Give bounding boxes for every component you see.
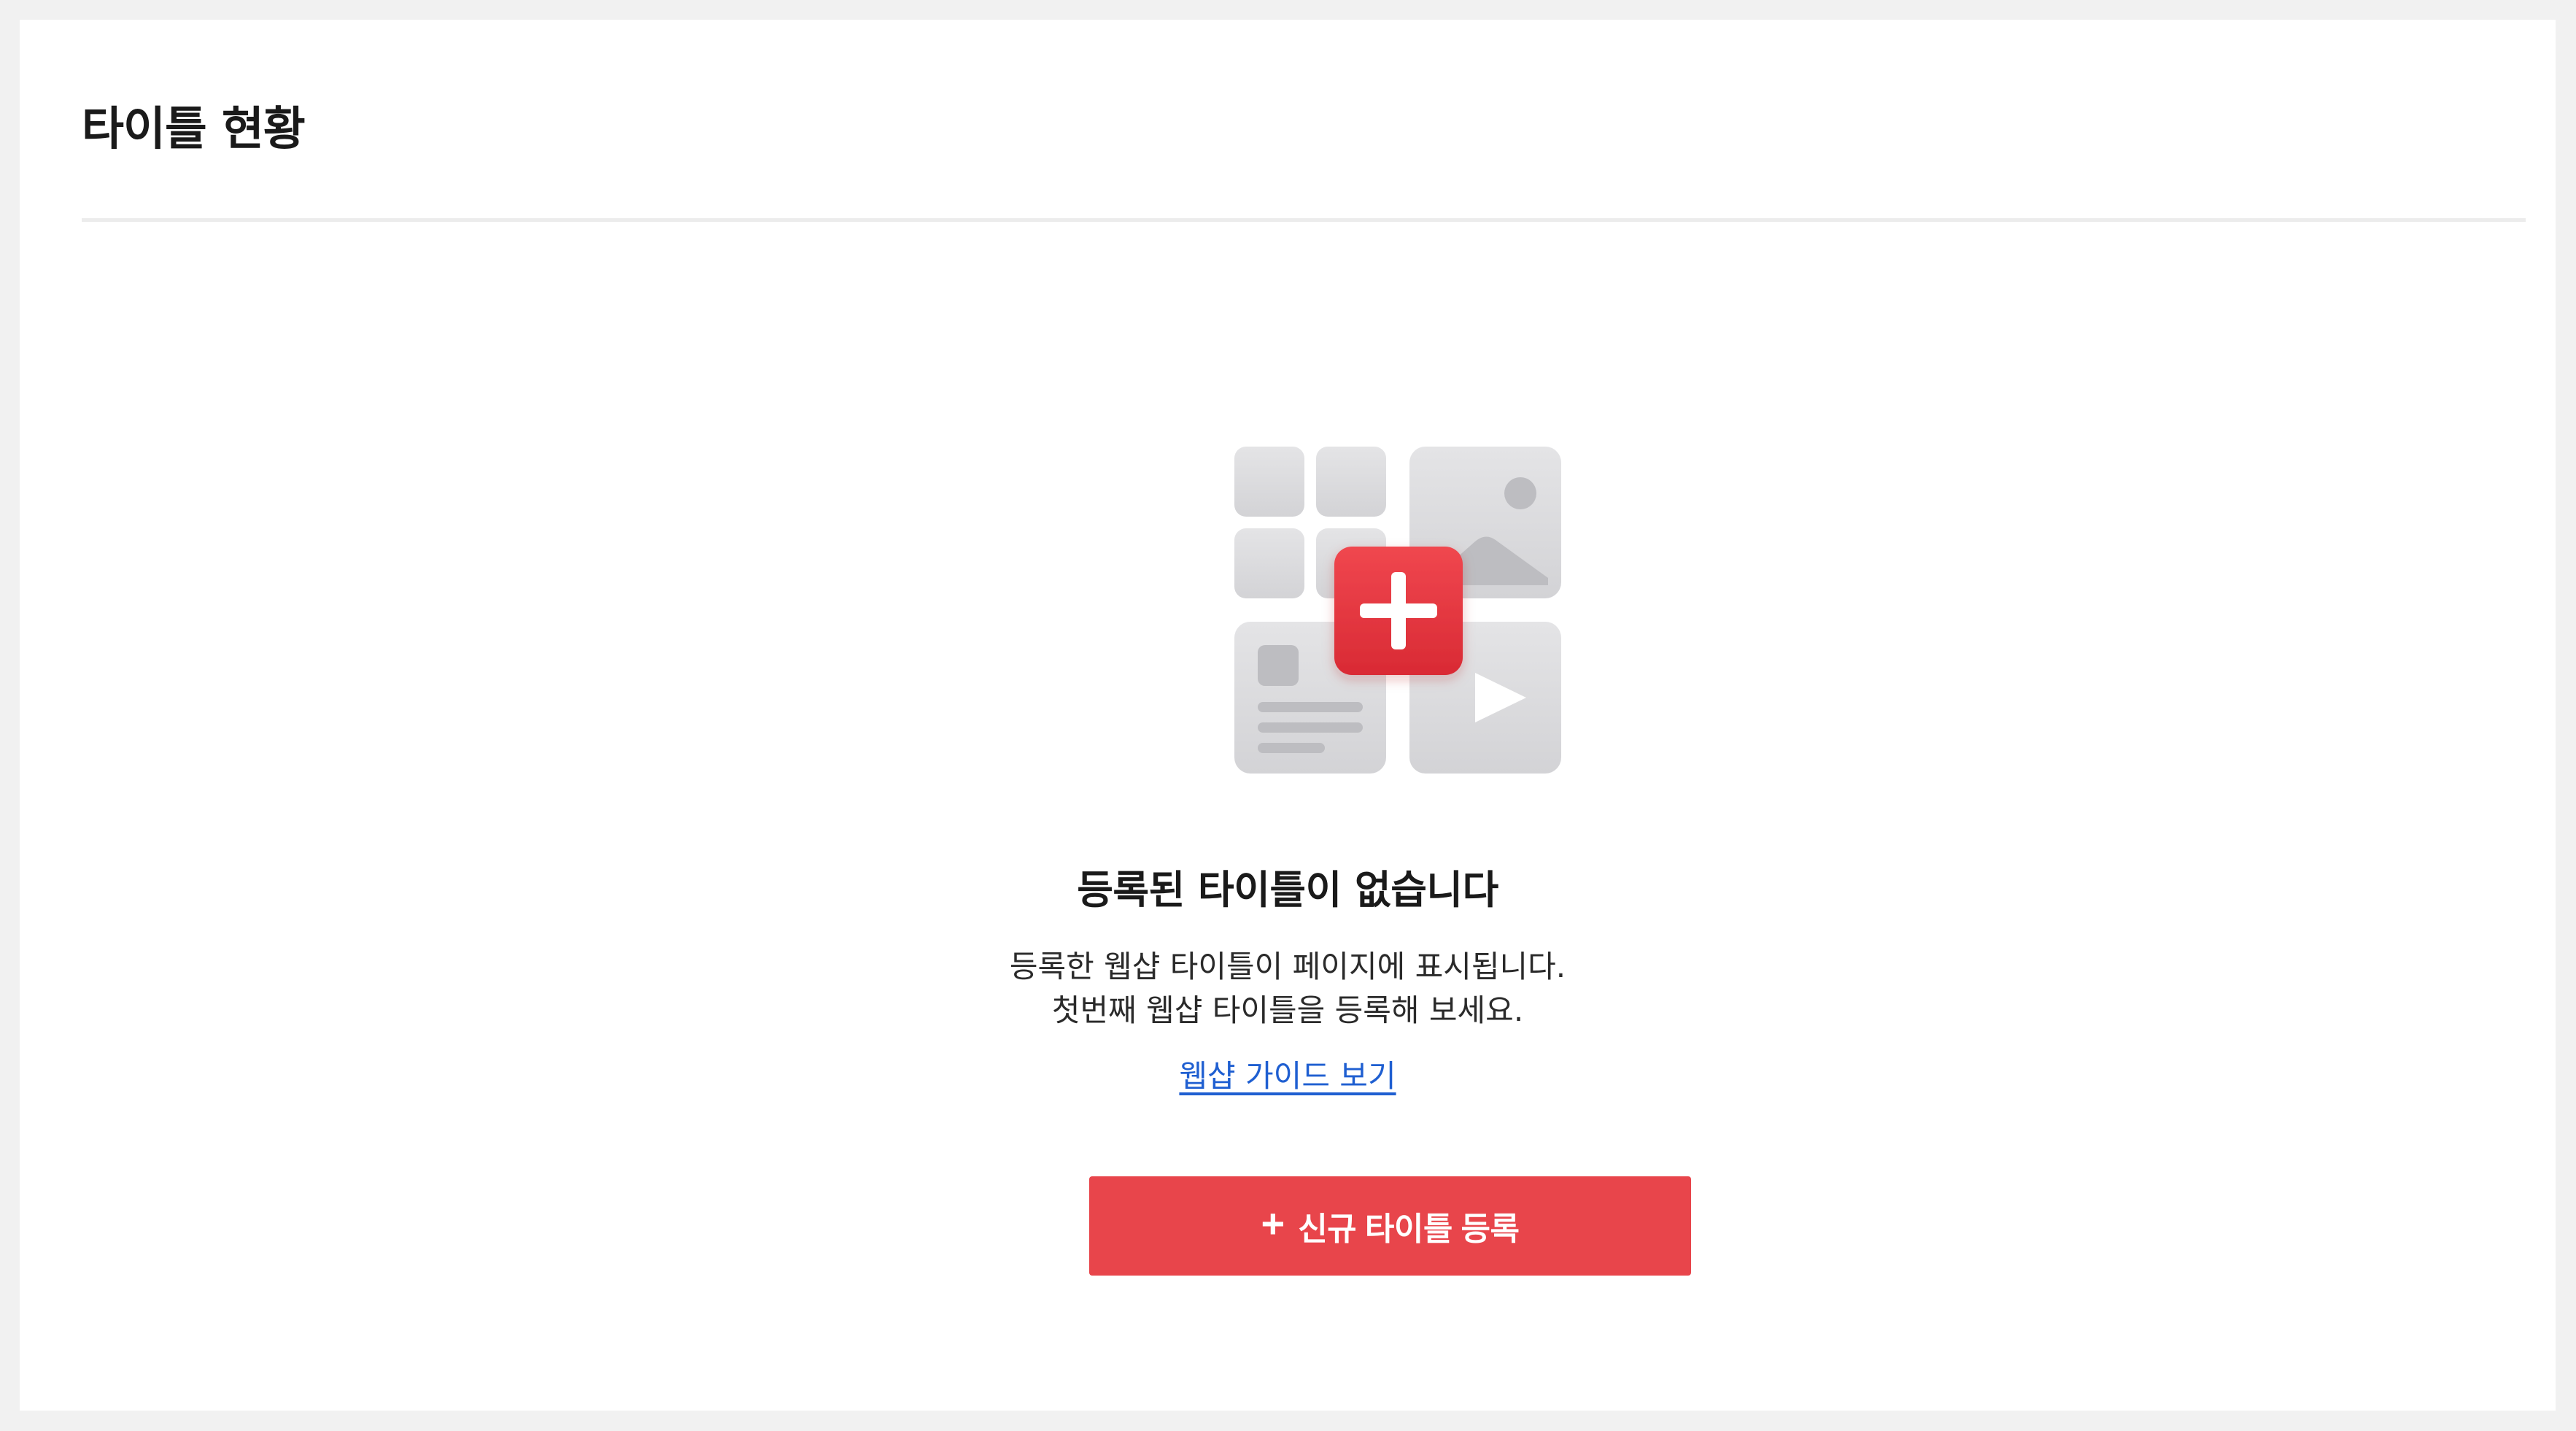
guide-link-container: 웹샵 가이드 보기 (20, 1054, 2556, 1105)
header-divider (82, 218, 2526, 222)
content-card: 타이틀 현황 등록된 타이틀이 없습니다 등록한 웹샵 타이틀이 페이지에 표시… (20, 20, 2556, 1411)
guide-link[interactable]: 웹샵 가이드 보기 (1179, 1058, 1396, 1094)
page-title: 타이틀 현황 (82, 102, 306, 155)
register-new-title-button[interactable]: + 신규 타이틀 등록 (1089, 1176, 1691, 1276)
empty-state-title: 등록된 타이틀이 없습니다 (1077, 867, 1498, 913)
add-content-grid-icon (1234, 447, 1563, 775)
plus-icon: + (1261, 1200, 1285, 1246)
empty-state-description-line2: 첫번째 웹샵 타이틀을 등록해 보세요. (1051, 992, 1524, 1028)
empty-state-description-line1: 등록한 웹샵 타이틀이 페이지에 표시됩니다. (1009, 949, 1566, 984)
register-button-label: 신규 타이틀 등록 (1298, 1211, 1520, 1247)
